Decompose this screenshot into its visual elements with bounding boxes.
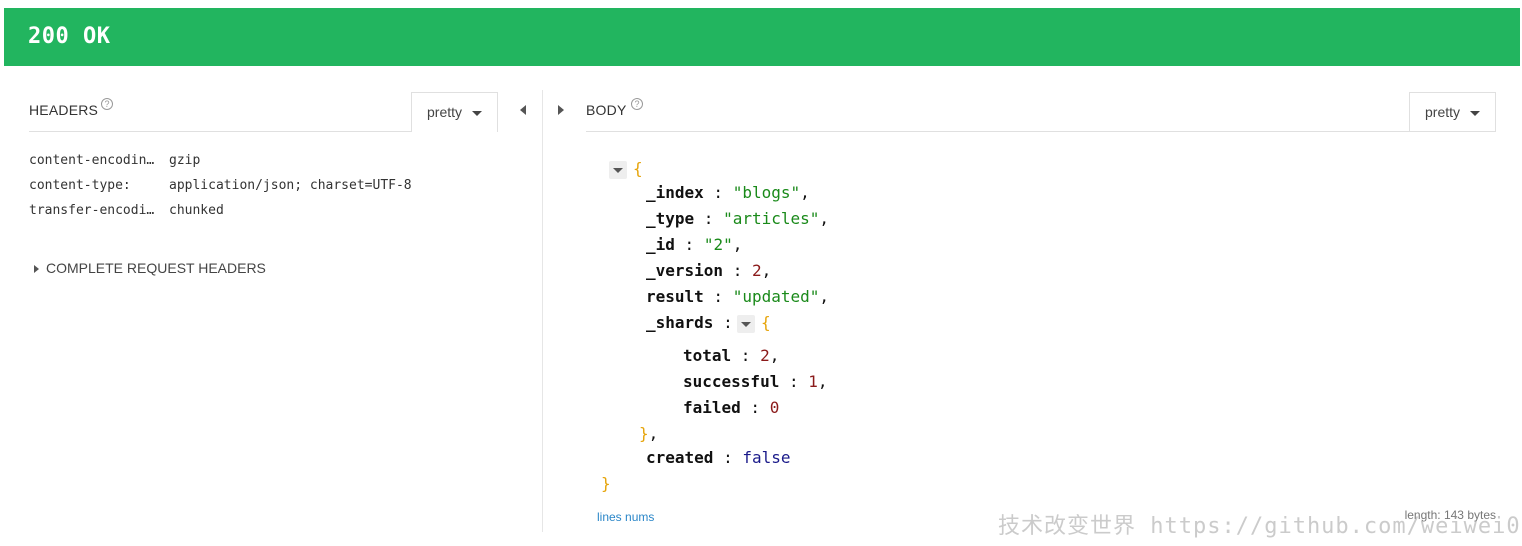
json-value: "blogs": [732, 183, 801, 202]
help-circle-icon[interactable]: ?: [101, 98, 113, 110]
json-shards-close-brace: }: [639, 424, 649, 443]
headers-format-dropdown[interactable]: pretty: [411, 92, 498, 132]
json-field: result : "updated",: [646, 287, 830, 306]
status-text: 200 OK: [28, 24, 111, 49]
json-value: "updated": [732, 287, 820, 306]
json-key: _index: [646, 183, 704, 202]
collapse-left-icon[interactable]: [520, 105, 526, 115]
header-value: gzip: [169, 153, 201, 168]
collapse-toggle-icon[interactable]: [737, 315, 755, 333]
header-key: content-encodin…: [29, 153, 155, 168]
chevron-down-icon: [472, 111, 482, 116]
json-value: "articles": [723, 209, 820, 228]
json-field: _index : "blogs",: [646, 183, 810, 202]
json-value: 2: [751, 261, 762, 280]
body-format-label: pretty: [1425, 104, 1461, 120]
header-key: transfer-encodi…: [29, 203, 155, 218]
json-key: successful: [683, 372, 780, 391]
complete-request-headers-toggle[interactable]: COMPLETE REQUEST HEADERS: [46, 260, 266, 276]
json-field: total : 2,: [683, 346, 780, 365]
headers-pane: HEADERS ? pretty content-encodin… gzip c…: [4, 66, 542, 536]
json-value: 2: [760, 346, 770, 365]
response-status-bar: 200 OK: [4, 8, 1520, 66]
json-field: failed : 0: [683, 398, 780, 417]
header-value: application/json; charset=UTF-8: [169, 178, 412, 193]
json-open-brace: {: [633, 159, 643, 178]
expand-right-icon[interactable]: [558, 105, 564, 115]
json-field: _type : "articles",: [646, 209, 830, 228]
json-shards-close: },: [639, 424, 659, 443]
json-value: 1: [808, 372, 818, 391]
json-key: created: [646, 448, 714, 467]
json-value: 0: [769, 398, 780, 417]
json-shards-open-brace: {: [761, 313, 771, 332]
header-key: content-type:: [29, 178, 131, 193]
headers-format-label: pretty: [427, 104, 463, 120]
json-key: result: [646, 287, 704, 306]
chevron-down-icon: [1470, 111, 1480, 116]
json-field: _version : 2,: [646, 261, 772, 280]
json-close-brace: }: [601, 474, 611, 493]
help-circle-icon[interactable]: ?: [631, 98, 643, 110]
json-key: _type: [646, 209, 695, 228]
json-field: successful : 1,: [683, 372, 828, 391]
caret-right-icon[interactable]: [34, 265, 39, 273]
json-key: failed: [683, 398, 741, 417]
lines-nums-toggle[interactable]: lines nums: [597, 510, 654, 524]
json-value: false: [742, 448, 791, 467]
body-title: BODY: [586, 102, 627, 118]
json-field-shards: _shards :: [646, 313, 733, 332]
headers-title: HEADERS: [29, 102, 99, 118]
json-field: _id : "2",: [646, 235, 743, 254]
json-key: total: [683, 346, 732, 365]
body-title-underline: [586, 131, 1496, 132]
collapse-toggle-icon[interactable]: [609, 161, 627, 179]
body-pane: BODY ? pretty { _index : "blogs", _type …: [543, 66, 1521, 536]
header-value: chunked: [169, 203, 224, 218]
body-format-dropdown[interactable]: pretty: [1409, 92, 1496, 132]
json-key: _id: [646, 235, 675, 254]
json-field: created : false: [646, 448, 791, 467]
json-key: _version: [646, 261, 724, 280]
json-key: _shards: [646, 313, 714, 332]
json-value: "2": [703, 235, 733, 254]
watermark: 技术改变世界 https://github.com/weiwei02: [998, 514, 1522, 539]
